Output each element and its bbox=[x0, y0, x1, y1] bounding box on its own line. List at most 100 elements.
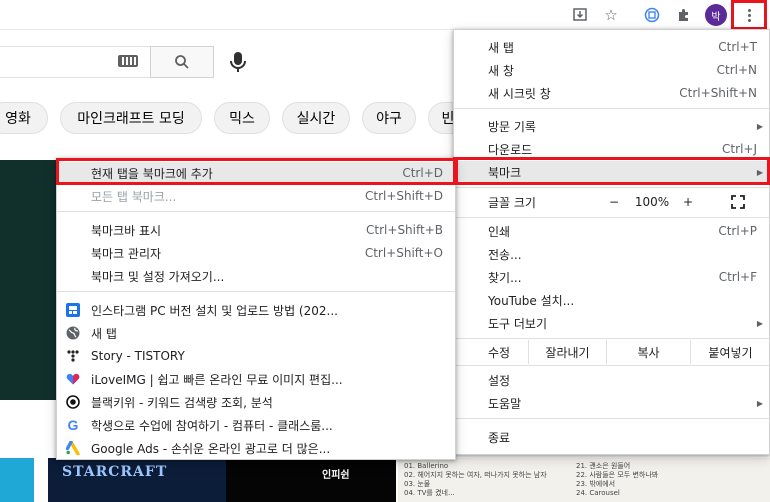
menu-item-settings[interactable]: 설정 bbox=[454, 369, 769, 391]
video-thumbnail[interactable] bbox=[0, 458, 34, 502]
tistory-icon bbox=[65, 348, 81, 364]
record-icon bbox=[65, 394, 81, 410]
fullscreen-icon bbox=[731, 195, 745, 209]
menu-label: 북마크 bbox=[488, 165, 522, 180]
video-thumbnail-infinite[interactable]: 인피쉰 bbox=[226, 458, 396, 502]
menu-item-history[interactable]: 방문 기록 ▶ bbox=[454, 115, 769, 137]
menu-item-import-bookmarks[interactable]: 북마크 및 설정 가져오기... bbox=[57, 265, 455, 287]
menu-divider bbox=[57, 211, 455, 212]
menu-shortcut: Ctrl+F bbox=[718, 270, 757, 284]
menu-shortcut: Ctrl+J bbox=[722, 142, 757, 156]
thumbnail-title: STARCRAFT bbox=[62, 464, 168, 480]
zoom-in-button[interactable]: + bbox=[676, 191, 700, 213]
menu-edit-row: 수정 잘라내기 복사 붙여넣기 bbox=[454, 340, 769, 364]
zoom-out-button[interactable]: − bbox=[602, 191, 626, 213]
menu-item-exit[interactable]: 종료 bbox=[454, 426, 769, 448]
menu-label: 블랙키위 - 키워드 검색량 조회, 분석 bbox=[91, 395, 273, 410]
keyboard-icon[interactable] bbox=[118, 55, 138, 67]
video-thumbnail-playlist[interactable]: 01. Ballerino 02. 헤어지지 못하는 여자, 떠나가지 못하는 … bbox=[398, 458, 770, 502]
submenu-arrow-icon: ▶ bbox=[756, 398, 763, 408]
chip-baseball[interactable]: 야구 bbox=[362, 102, 416, 134]
copy-button[interactable]: 복사 bbox=[606, 340, 690, 364]
video-thumbnail-starcraft[interactable]: STARCRAFT bbox=[48, 458, 226, 502]
menu-shortcut: Ctrl+Shift+D bbox=[365, 189, 443, 203]
menu-item-bookmark-all-tabs[interactable]: 모든 탭 북마크... Ctrl+Shift+D bbox=[57, 185, 455, 207]
submenu-arrow-icon: ▶ bbox=[756, 121, 763, 131]
chip-movies[interactable]: 영화 bbox=[0, 102, 48, 134]
video-thumbnail[interactable] bbox=[0, 160, 56, 400]
menu-shortcut: Ctrl+P bbox=[718, 224, 757, 238]
microphone-icon[interactable] bbox=[228, 50, 248, 74]
menu-label: 종료 bbox=[488, 430, 511, 445]
menu-item-bookmarks[interactable]: 북마크 ▶ bbox=[454, 161, 769, 183]
menu-label: 전송... bbox=[488, 247, 522, 262]
menu-item-add-bookmark[interactable]: 현재 탭을 북마크에 추가 Ctrl+D bbox=[57, 162, 455, 184]
paste-button[interactable]: 붙여넣기 bbox=[690, 340, 770, 364]
menu-item-print[interactable]: 인쇄 Ctrl+P bbox=[454, 220, 769, 242]
chip-mix[interactable]: 믹스 bbox=[214, 102, 270, 134]
menu-item-bookmark-manager[interactable]: 북마크 관리자 Ctrl+Shift+O bbox=[57, 242, 455, 264]
menu-shortcut: Ctrl+D bbox=[402, 166, 443, 180]
menu-label: 모든 탭 북마크... bbox=[91, 189, 177, 204]
bookmark-item[interactable]: 새 탭 bbox=[57, 322, 455, 344]
browser-toolbar: ☆ 박 bbox=[0, 0, 770, 30]
submenu-arrow-icon: ▶ bbox=[756, 318, 763, 328]
menu-label: 다운로드 bbox=[488, 142, 533, 157]
menu-item-cast[interactable]: 전송... bbox=[454, 243, 769, 265]
menu-label: 새 창 bbox=[488, 63, 514, 78]
menu-zoom-row: 글꼴 크기 − 100% + bbox=[454, 191, 769, 213]
menu-label: 새 탭 bbox=[488, 40, 514, 55]
menu-item-find[interactable]: 찾기... Ctrl+F bbox=[454, 266, 769, 288]
chrome-main-menu: 새 탭 Ctrl+T 새 창 Ctrl+N 새 시크릿 창 Ctrl+Shift+N … bbox=[453, 29, 770, 455]
menu-divider bbox=[454, 365, 769, 366]
playlist-left: 01. Ballerino 02. 헤어지지 못하는 여자, 떠나가지 못하는 … bbox=[404, 462, 547, 497]
kebab-menu-button[interactable] bbox=[731, 0, 767, 30]
menu-divider bbox=[454, 418, 769, 419]
bookmark-item[interactable]: Google Ads - 손쉬운 온라인 광고로 더 많은... bbox=[57, 437, 455, 459]
menu-divider bbox=[454, 338, 769, 339]
menu-label: 북마크 관리자 bbox=[91, 246, 162, 261]
menu-shortcut: Ctrl+T bbox=[718, 40, 757, 54]
menu-item-help[interactable]: 도움말 ▶ bbox=[454, 392, 769, 414]
install-app-icon[interactable] bbox=[569, 4, 591, 26]
menu-label: 현재 탭을 북마크에 추가 bbox=[91, 166, 213, 181]
menu-item-show-bookmarks-bar[interactable]: 북마크바 표시 Ctrl+Shift+B bbox=[57, 219, 455, 241]
menu-item-new-window[interactable]: 새 창 Ctrl+N bbox=[454, 59, 769, 81]
search-icon bbox=[175, 55, 189, 69]
bookmark-item[interactable]: iLoveIMG | 쉽고 빠른 온라인 무료 이미지 편집... bbox=[57, 368, 455, 390]
bookmark-item[interactable]: G 학생으로 수업에 참여하기 - 컴퓨터 - 클래스룸... bbox=[57, 414, 455, 436]
bookmark-item[interactable]: 인스타그램 PC 버전 설치 및 업로드 방법 (202... bbox=[57, 299, 455, 321]
star-icon[interactable]: ☆ bbox=[600, 4, 622, 26]
chip-live[interactable]: 실시간 bbox=[282, 102, 350, 134]
extension-circle-icon[interactable] bbox=[641, 4, 663, 26]
zoom-level: 100% bbox=[634, 195, 670, 209]
menu-label: 새 시크릿 창 bbox=[488, 86, 551, 101]
chip-minecraft-modding[interactable]: 마인크래프트 모딩 bbox=[60, 102, 202, 134]
menu-divider bbox=[454, 187, 769, 188]
fullscreen-button[interactable] bbox=[726, 191, 750, 213]
avatar[interactable]: 박 bbox=[705, 4, 727, 26]
globe-icon bbox=[65, 325, 81, 341]
menu-label: 도움말 bbox=[488, 396, 522, 411]
bookmark-item[interactable]: 블랙키위 - 키워드 검색량 조회, 분석 bbox=[57, 391, 455, 413]
menu-item-install-youtube[interactable]: YouTube 설치... bbox=[454, 289, 769, 311]
google-g-icon: G bbox=[67, 417, 79, 433]
menu-label: 학생으로 수업에 참여하기 - 컴퓨터 - 클래스룸... bbox=[91, 418, 333, 433]
menu-divider bbox=[454, 217, 769, 218]
menu-label: Story - TISTORY bbox=[91, 349, 185, 363]
chip-label: 야구 bbox=[376, 111, 402, 127]
menu-item-downloads[interactable]: 다운로드 Ctrl+J bbox=[454, 138, 769, 160]
bookmarks-submenu: 현재 탭을 북마크에 추가 Ctrl+D 모든 탭 북마크... Ctrl+Shif… bbox=[56, 158, 456, 460]
puzzle-icon[interactable] bbox=[673, 4, 695, 26]
menu-divider bbox=[454, 108, 769, 109]
cut-button[interactable]: 잘라내기 bbox=[528, 340, 606, 364]
search-button[interactable] bbox=[150, 46, 214, 78]
menu-label: 새 탭 bbox=[91, 326, 117, 341]
menu-item-incognito[interactable]: 새 시크릿 창 Ctrl+Shift+N bbox=[454, 82, 769, 104]
menu-shortcut: Ctrl+N bbox=[716, 63, 757, 77]
menu-label: 수정 bbox=[488, 345, 511, 360]
menu-item-new-tab[interactable]: 새 탭 Ctrl+T bbox=[454, 36, 769, 58]
bookmark-item[interactable]: Story - TISTORY bbox=[57, 345, 455, 367]
menu-item-more-tools[interactable]: 도구 더보기 ▶ bbox=[454, 312, 769, 334]
menu-divider bbox=[57, 291, 455, 292]
